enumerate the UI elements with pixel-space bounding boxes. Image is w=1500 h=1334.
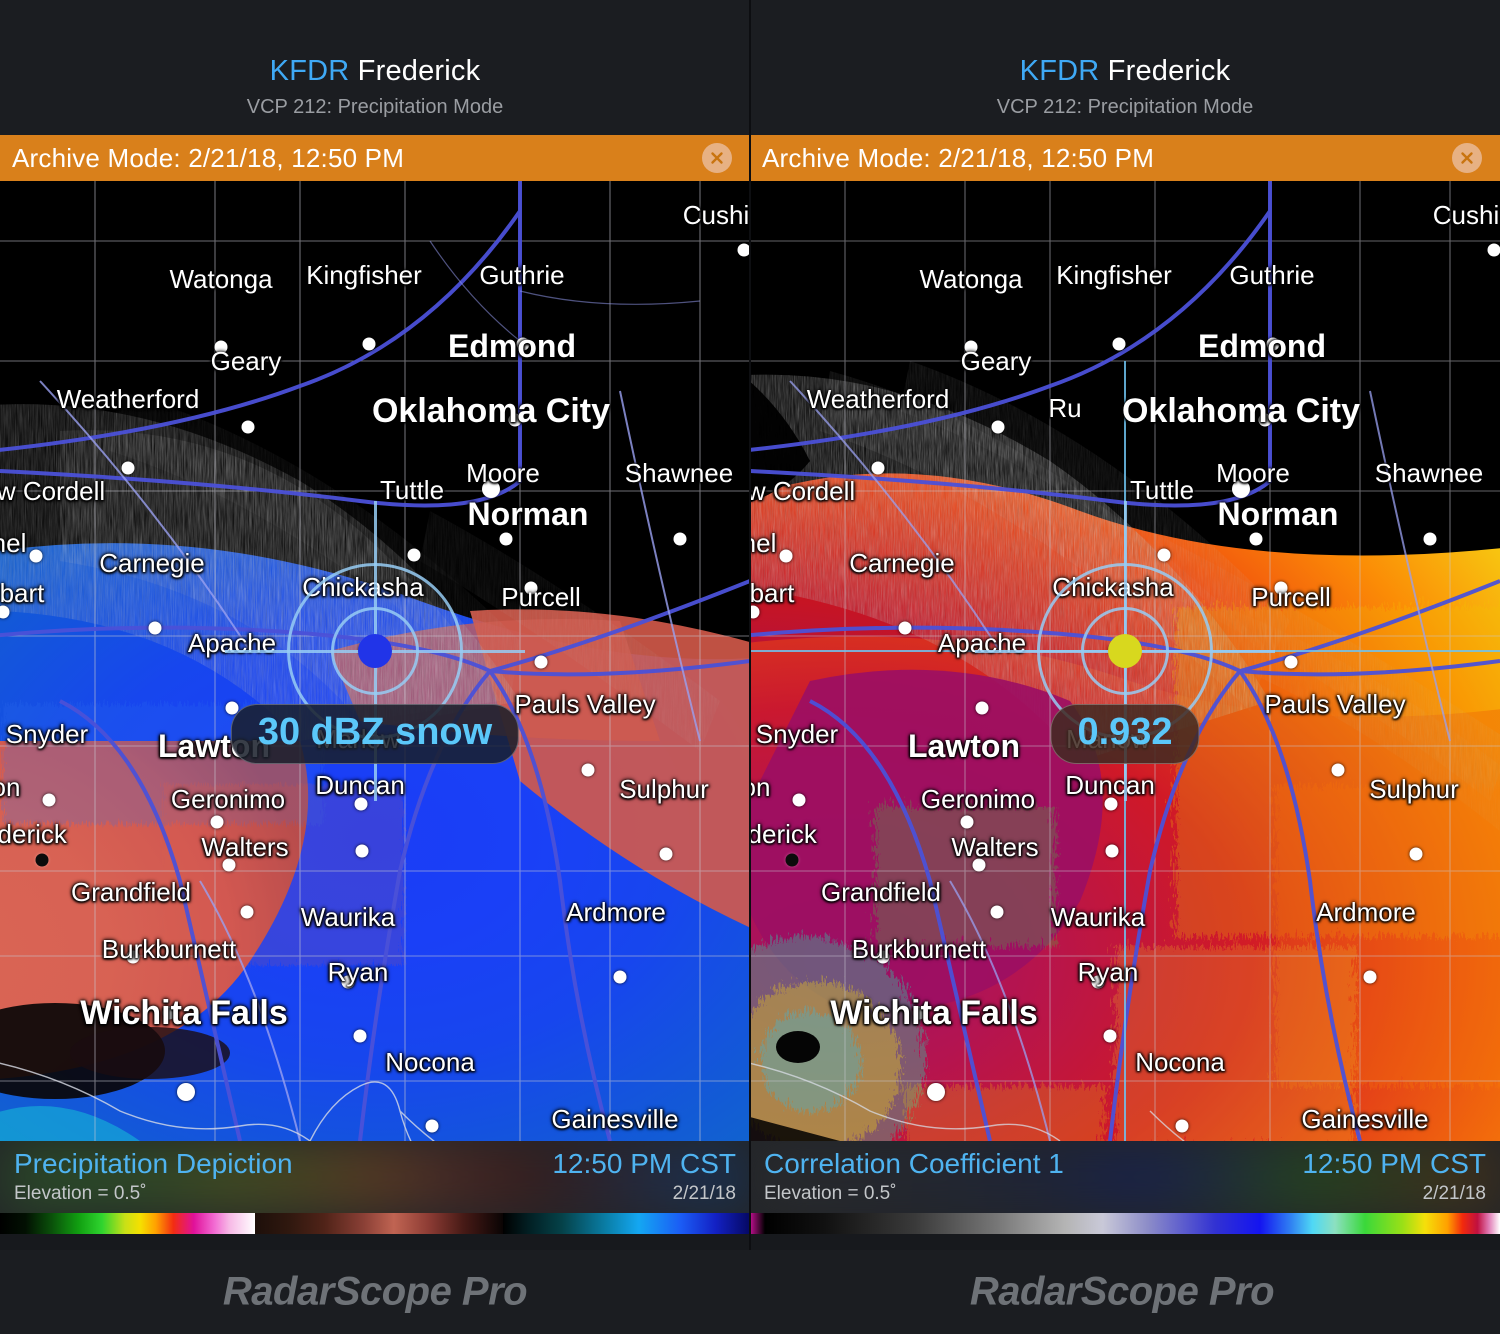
radar-site-id-left: KFDR: [269, 55, 350, 87]
value-readout-left: 30 dBZ snow: [230, 704, 520, 764]
color-scale-snow-segment: [502, 1213, 750, 1234]
radar-site-title-right: KFDR Frederick: [1020, 55, 1231, 88]
scan-time-left: 12:50 PM CST: [552, 1148, 736, 1179]
radar-site-name-left: Frederick: [357, 55, 481, 87]
product-name-right: Correlation Coefficient 1: [764, 1148, 1064, 1179]
watermark-right: RadarScope Pro: [969, 1269, 1275, 1314]
archive-mode-label-right: Archive Mode: 2/21/18, 12:50 PM: [762, 142, 1155, 173]
scan-date-left: 2/21/18: [672, 1183, 736, 1205]
elevation-angle-right: Elevation = 0.5˚: [764, 1183, 897, 1205]
radar-panel-left: KFDR Frederick VCP 212: Precipitation Mo…: [0, 0, 750, 1250]
close-circle-icon[interactable]: [1452, 143, 1482, 173]
radar-site-id-right: KFDR: [1019, 55, 1100, 87]
radar-returns-left: [0, 181, 750, 1141]
archive-mode-bar-left[interactable]: Archive Mode: 2/21/18, 12:50 PM: [0, 135, 750, 181]
city-label-rush-springs: Ru: [1048, 393, 1082, 423]
radarscope-dual-pane-window: KFDR Frederick VCP 212: Precipitation Mo…: [0, 0, 1500, 1334]
color-scale-mix-segment: [255, 1213, 503, 1234]
close-circle-icon[interactable]: [702, 143, 732, 173]
product-name-left: Precipitation Depiction: [14, 1148, 293, 1179]
radar-vcp-mode-right: VCP 212: Precipitation Mode: [996, 96, 1254, 118]
radar-site-name-right: Frederick: [1107, 55, 1231, 87]
radar-returns-right: [750, 181, 1500, 1141]
color-scale-left: [0, 1213, 750, 1234]
watermark-left: RadarScope Pro: [222, 1269, 528, 1314]
status-bar-right: Correlation Coefficient 1 Elevation = 0.…: [750, 1141, 1500, 1213]
radar-header-right: KFDR Frederick VCP 212: Precipitation Mo…: [750, 0, 1500, 135]
radar-imagery-right: [750, 181, 1500, 1141]
value-readout-right: 0.932: [1050, 704, 1200, 764]
radar-map-right[interactable]: Cushi Watonga Kingfisher Guthrie Geary Edmond…: [750, 181, 1500, 1141]
radar-header-left: KFDR Frederick VCP 212: Precipitation Mo…: [0, 0, 750, 135]
archive-mode-label-left: Archive Mode: 2/21/18, 12:50 PM: [12, 142, 405, 173]
elevation-angle-left: Elevation = 0.5˚: [14, 1183, 147, 1205]
radar-panel-right: KFDR Frederick VCP 212: Precipitation Mo…: [750, 0, 1500, 1250]
panel-divider: [749, 0, 751, 1250]
status-bar-left: Precipitation Depiction Elevation = 0.5˚…: [0, 1141, 750, 1213]
radar-imagery-left: [0, 181, 750, 1141]
radar-vcp-mode-left: VCP 212: Precipitation Mode: [246, 96, 504, 118]
scan-time-right: 12:50 PM CST: [1302, 1148, 1486, 1179]
color-scale-right: [750, 1213, 1500, 1234]
color-scale-rain-segment: [0, 1213, 255, 1234]
radar-site-title-left: KFDR Frederick: [270, 55, 481, 88]
radar-map-left[interactable]: Cushi Watonga Kingfisher Guthrie Geary Edmond…: [0, 181, 750, 1141]
color-scale-cc-segment: [750, 1213, 1500, 1234]
scan-date-right: 2/21/18: [1422, 1183, 1486, 1205]
archive-mode-bar-right[interactable]: Archive Mode: 2/21/18, 12:50 PM: [750, 135, 1500, 181]
app-footer: RadarScope Pro RadarScope Pro: [0, 1250, 1500, 1334]
